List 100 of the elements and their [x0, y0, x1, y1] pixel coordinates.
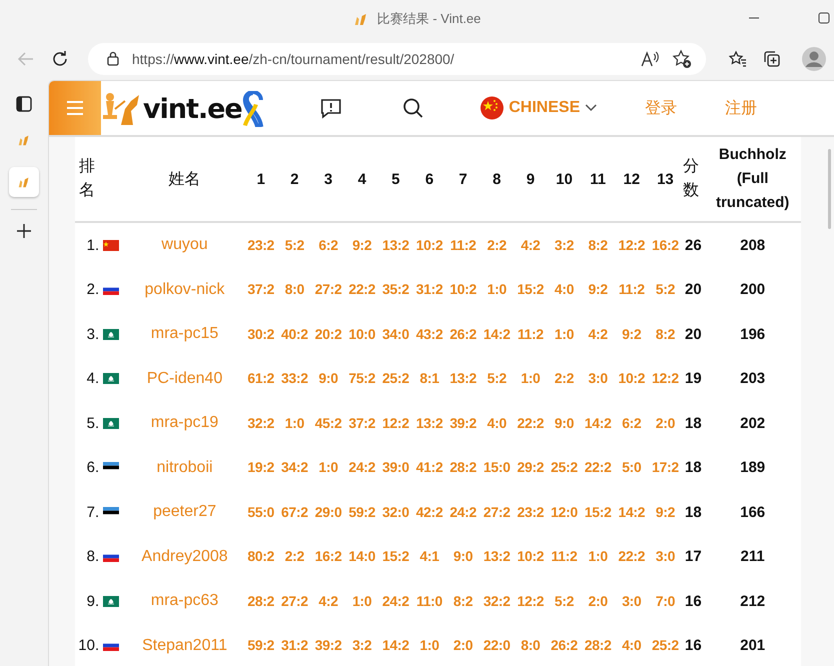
- result-link[interactable]: 15:2: [584, 504, 612, 520]
- result-link[interactable]: 39:2: [314, 637, 342, 654]
- player-name-link[interactable]: Stepan2011: [142, 636, 228, 654]
- result-link[interactable]: 16:2: [652, 236, 679, 253]
- result-link[interactable]: 7:0: [656, 592, 675, 609]
- result-link[interactable]: 43:2: [416, 326, 443, 342]
- result-link[interactable]: 59:2: [247, 637, 274, 654]
- result-link[interactable]: 29:2: [517, 459, 544, 476]
- feedback-icon[interactable]: [320, 97, 342, 119]
- player-name-link[interactable]: mra-pc63: [150, 592, 218, 610]
- result-link[interactable]: 27:2: [314, 281, 342, 298]
- result-link[interactable]: 8:0: [520, 637, 540, 654]
- result-link[interactable]: 1:0: [588, 548, 608, 564]
- result-link[interactable]: 11:2: [618, 281, 645, 298]
- tab-panel-icon[interactable]: [15, 95, 33, 113]
- result-link[interactable]: 2:2: [284, 548, 304, 564]
- result-link[interactable]: 3:0: [622, 592, 642, 609]
- result-link[interactable]: 10:2: [618, 370, 646, 386]
- player-name-link[interactable]: Andrey2008: [142, 548, 228, 565]
- result-link[interactable]: 8:0: [284, 281, 304, 298]
- player-name-link[interactable]: mra-pc15: [150, 325, 218, 342]
- result-link[interactable]: 4:2: [520, 236, 540, 253]
- result-link[interactable]: 1:0: [520, 370, 540, 386]
- site-logo[interactable]: vint.ee: [143, 93, 242, 127]
- result-link[interactable]: 27:2: [483, 504, 510, 520]
- maximize-icon[interactable]: [818, 12, 830, 24]
- result-link[interactable]: 9:2: [622, 326, 642, 342]
- result-link[interactable]: 12:2: [618, 236, 646, 253]
- result-link[interactable]: 32:0: [382, 504, 410, 520]
- add-icon[interactable]: [15, 222, 33, 240]
- result-link[interactable]: 26:2: [450, 326, 477, 342]
- result-link[interactable]: 1:0: [420, 637, 440, 654]
- result-link[interactable]: 4:0: [487, 414, 506, 431]
- result-link[interactable]: 35:2: [382, 281, 410, 298]
- result-link[interactable]: 25:2: [550, 459, 578, 476]
- result-link[interactable]: 10:2: [416, 236, 443, 253]
- result-link[interactable]: 3:0: [588, 370, 608, 386]
- result-link[interactable]: 4:0: [622, 637, 642, 654]
- result-link[interactable]: 31:2: [416, 281, 443, 298]
- result-link[interactable]: 13:2: [450, 370, 477, 386]
- result-link[interactable]: 1:0: [487, 281, 506, 298]
- result-link[interactable]: 13:2: [382, 236, 410, 253]
- result-link[interactable]: 34:2: [281, 459, 308, 476]
- result-link[interactable]: 1:0: [284, 414, 304, 431]
- result-link[interactable]: 1:0: [318, 459, 338, 476]
- read-aloud-icon[interactable]: [640, 50, 660, 68]
- result-link[interactable]: 12:2: [652, 370, 679, 386]
- result-link[interactable]: 5:2: [284, 236, 304, 253]
- favorites-icon[interactable]: [728, 49, 748, 69]
- result-link[interactable]: 67:2: [281, 504, 308, 520]
- result-link[interactable]: 32:2: [247, 414, 274, 431]
- result-link[interactable]: 22:0: [483, 637, 510, 654]
- result-link[interactable]: 14:0: [348, 548, 376, 564]
- result-link[interactable]: 25:2: [652, 637, 679, 654]
- collections-icon[interactable]: [762, 49, 782, 69]
- result-link[interactable]: 28:2: [584, 637, 612, 654]
- language-selector[interactable]: CHINESE: [480, 96, 597, 120]
- result-link[interactable]: 22:2: [517, 414, 544, 431]
- result-link[interactable]: 19:2: [247, 459, 274, 476]
- result-link[interactable]: 10:0: [348, 326, 376, 342]
- profile-icon[interactable]: [802, 47, 826, 71]
- result-link[interactable]: 26:2: [550, 637, 578, 654]
- result-link[interactable]: 39:0: [382, 459, 410, 476]
- result-link[interactable]: 41:2: [416, 459, 443, 476]
- result-link[interactable]: 5:2: [554, 592, 574, 609]
- result-link[interactable]: 2:2: [554, 370, 574, 386]
- result-link[interactable]: 37:2: [348, 414, 376, 431]
- result-link[interactable]: 23:2: [247, 236, 274, 253]
- scrollbar-thumb[interactable]: [828, 149, 831, 229]
- result-link[interactable]: 15:0: [483, 459, 510, 476]
- result-link[interactable]: 13:2: [483, 548, 510, 564]
- result-link[interactable]: 12:2: [517, 592, 544, 609]
- result-link[interactable]: 39:2: [450, 414, 477, 431]
- result-link[interactable]: 1:0: [554, 326, 574, 342]
- result-link[interactable]: 22:2: [618, 548, 646, 564]
- result-link[interactable]: 59:2: [348, 504, 376, 520]
- result-link[interactable]: 28:2: [247, 592, 274, 609]
- result-link[interactable]: 45:2: [314, 414, 342, 431]
- search-icon[interactable]: [402, 97, 424, 119]
- result-link[interactable]: 11:2: [551, 548, 578, 564]
- result-link[interactable]: 12:0: [550, 504, 578, 520]
- star-plus-icon[interactable]: [672, 49, 692, 69]
- result-link[interactable]: 17:2: [652, 459, 679, 476]
- login-link[interactable]: 登录: [645, 98, 677, 118]
- result-link[interactable]: 5:0: [622, 459, 642, 476]
- result-link[interactable]: 24:2: [382, 592, 410, 609]
- player-name-link[interactable]: PC-iden40: [146, 370, 222, 387]
- result-link[interactable]: 24:2: [450, 504, 477, 520]
- result-link[interactable]: 8:2: [588, 236, 608, 253]
- result-link[interactable]: 10:2: [450, 281, 477, 298]
- result-link[interactable]: 3:0: [656, 548, 675, 564]
- result-link[interactable]: 8:2: [656, 326, 675, 342]
- player-name-link[interactable]: nitroboii: [156, 458, 213, 476]
- result-link[interactable]: 37:2: [247, 281, 274, 298]
- result-link[interactable]: 80:2: [247, 548, 274, 564]
- result-link[interactable]: 6:2: [622, 414, 642, 431]
- result-link[interactable]: 11:0: [416, 592, 442, 609]
- result-link[interactable]: 8:1: [420, 370, 440, 386]
- player-name-link[interactable]: polkov-nick: [144, 280, 225, 298]
- result-link[interactable]: 14:2: [483, 326, 510, 342]
